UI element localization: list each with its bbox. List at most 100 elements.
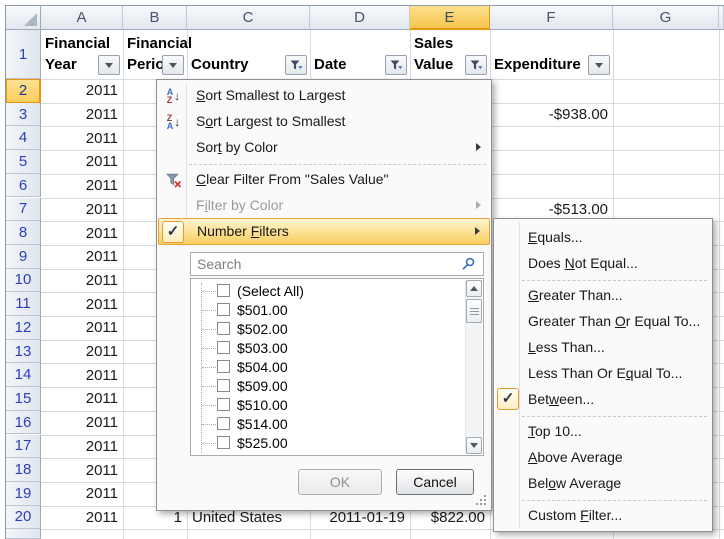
cell-A9[interactable]: 2011 [41, 245, 123, 269]
row-header-18[interactable]: 18 [6, 458, 41, 482]
value-checkbox[interactable] [217, 379, 230, 392]
row-header-1[interactable]: 1 [6, 30, 41, 79]
search-input[interactable] [190, 252, 484, 276]
column-header-A[interactable]: A [41, 6, 123, 30]
filter-value-item[interactable]: $501.00 [191, 301, 464, 320]
menu-item-sort-smallest-to-largest[interactable]: AZ↓ Sort Smallest to Largest [158, 83, 490, 109]
column-header-G[interactable]: G [613, 6, 719, 30]
row-header-11[interactable]: 11 [6, 292, 41, 316]
filter-dropdown-button-year[interactable] [98, 55, 120, 75]
cell-A16[interactable]: 2011 [41, 411, 123, 435]
row-header-13[interactable]: 13 [6, 340, 41, 364]
submenu-item-top-10[interactable]: Top 10... [495, 419, 711, 445]
cell-A2[interactable]: 2011 [41, 79, 123, 103]
submenu-item-does-not-equal[interactable]: Does Not Equal... [495, 251, 711, 277]
filter-value-item[interactable] [191, 453, 464, 456]
menu-item-sort-by-color[interactable]: Sort by Color [158, 135, 490, 161]
cell-A11[interactable]: 2011 [41, 292, 123, 316]
row-header-14[interactable]: 14 [6, 363, 41, 387]
filter-value-item[interactable]: $503.00 [191, 339, 464, 358]
cell-A7[interactable]: 2011 [41, 198, 123, 222]
cell-A5[interactable]: 2011 [41, 150, 123, 174]
cell-A17[interactable]: 2011 [41, 435, 123, 459]
submenu-item-greater-than[interactable]: Greater Than... [495, 283, 711, 309]
submenu-item-less-than-or-equal[interactable]: Less Than Or Equal To... [495, 361, 711, 387]
row-header-20[interactable]: 20 [6, 506, 41, 530]
row-header-17[interactable]: 17 [6, 435, 41, 459]
row-header-15[interactable]: 15 [6, 387, 41, 411]
row-header-3[interactable]: 3 [6, 103, 41, 127]
row-header-16[interactable]: 16 [6, 411, 41, 435]
cell-A10[interactable]: 2011 [41, 269, 123, 293]
column-header-D[interactable]: D [310, 6, 410, 30]
cell-A8[interactable]: 2011 [41, 221, 123, 245]
resize-grip[interactable] [476, 495, 488, 507]
cell-A13[interactable]: 2011 [41, 340, 123, 364]
cell-A20[interactable]: 2011 [41, 506, 123, 530]
row-header-7[interactable]: 7 [6, 198, 41, 222]
scrollbar-thumb[interactable] [466, 299, 482, 323]
scroll-up-button[interactable] [466, 280, 482, 297]
cell-A6[interactable]: 2011 [41, 174, 123, 198]
filter-dropdown-button-period[interactable] [162, 55, 184, 75]
column-header-B[interactable]: B [123, 6, 187, 30]
submenu-item-less-than[interactable]: Less Than... [495, 335, 711, 361]
menu-item-sort-largest-to-smallest[interactable]: ZA↓ Sort Largest to Smallest [158, 109, 490, 135]
filter-value-item[interactable]: $502.00 [191, 320, 464, 339]
header-cell-date[interactable]: Date [310, 30, 410, 79]
select-all-corner[interactable] [6, 6, 41, 30]
column-header-E[interactable]: E [410, 6, 490, 30]
filter-value-item[interactable]: $525.00 [191, 434, 464, 453]
filter-value-item[interactable]: $514.00 [191, 415, 464, 434]
value-checkbox[interactable] [217, 303, 230, 316]
submenu-item-greater-than-or-equal[interactable]: Greater Than Or Equal To... [495, 309, 711, 335]
filter-dropdown-button-expenditure[interactable] [588, 55, 610, 75]
cell-A12[interactable]: 2011 [41, 316, 123, 340]
row-header-2[interactable]: 2 [6, 79, 41, 103]
ok-button[interactable]: OK [298, 469, 382, 495]
list-scrollbar[interactable] [465, 280, 482, 454]
submenu-item-between[interactable]: ✓ Between... [495, 387, 711, 413]
row-header-6[interactable]: 6 [6, 174, 41, 198]
filter-value-item[interactable]: $509.00 [191, 377, 464, 396]
column-header-F[interactable]: F [490, 6, 613, 30]
value-checkbox[interactable] [217, 322, 230, 335]
row-header-5[interactable]: 5 [6, 150, 41, 174]
cancel-button[interactable]: Cancel [396, 469, 474, 495]
row-header-9[interactable]: 9 [6, 245, 41, 269]
filter-value-item[interactable]: $510.00 [191, 396, 464, 415]
header-cell-country[interactable]: Country [187, 30, 310, 79]
value-checkbox[interactable] [217, 360, 230, 373]
value-checkbox[interactable] [217, 417, 230, 430]
value-checkbox[interactable] [217, 398, 230, 411]
filter-funnel-button-date[interactable] [385, 55, 407, 75]
value-checkbox[interactable] [217, 436, 230, 449]
value-checkbox[interactable] [217, 284, 230, 297]
cell-A15[interactable]: 2011 [41, 387, 123, 411]
submenu-item-below-average[interactable]: Below Average [495, 471, 711, 497]
value-checkbox[interactable] [217, 341, 230, 354]
cell-A18[interactable]: 2011 [41, 458, 123, 482]
filter-funnel-button-country[interactable] [285, 55, 307, 75]
cell-A19[interactable]: 2011 [41, 482, 123, 506]
cell-A4[interactable]: 2011 [41, 126, 123, 150]
cell-F3[interactable]: -$938.00 [490, 103, 613, 127]
column-header-C[interactable]: C [187, 6, 310, 30]
header-cell-financial-period[interactable]: Financial Period [123, 30, 187, 79]
header-cell-financial-year[interactable]: Financial Year [41, 30, 123, 79]
submenu-item-equals[interactable]: Equals... [495, 225, 711, 251]
filter-funnel-button-sales-value[interactable] [465, 55, 487, 75]
row-header-19[interactable]: 19 [6, 482, 41, 506]
row-header-8[interactable]: 8 [6, 221, 41, 245]
row-header-12[interactable]: 12 [6, 316, 41, 340]
cell-A3[interactable]: 2011 [41, 103, 123, 127]
filter-value-item[interactable]: (Select All) [191, 282, 464, 301]
submenu-item-custom-filter[interactable]: Custom Filter... [495, 503, 711, 529]
value-checkbox[interactable] [217, 455, 230, 456]
filter-value-item[interactable]: $504.00 [191, 358, 464, 377]
header-cell-sales-value[interactable]: Sales Value [410, 30, 490, 79]
cell-A14[interactable]: 2011 [41, 363, 123, 387]
scroll-down-button[interactable] [466, 437, 482, 454]
submenu-item-above-average[interactable]: Above Average [495, 445, 711, 471]
header-cell-expenditure[interactable]: Expenditure [490, 30, 613, 79]
